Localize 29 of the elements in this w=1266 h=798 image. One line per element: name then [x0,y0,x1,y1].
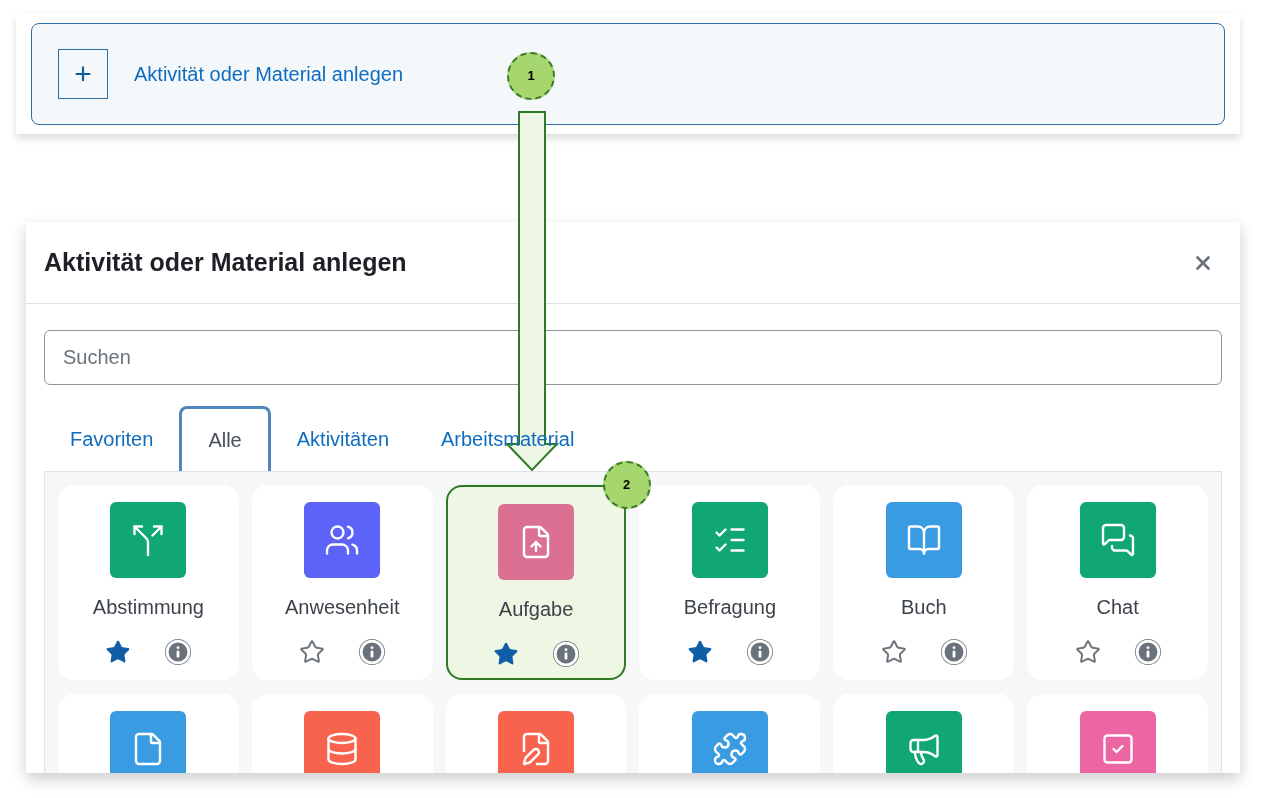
info-icon[interactable] [553,641,580,667]
tab[interactable]: Favoriten [44,406,180,471]
info-icon[interactable] [746,639,773,665]
star-icon[interactable] [105,639,132,665]
search-field[interactable]: Suchen [44,330,1222,385]
activity-card[interactable]: Befragung [639,485,821,680]
star-icon[interactable] [686,639,713,665]
star-icon[interactable] [1074,639,1101,665]
activity-card[interactable]: Abstimmung [58,485,239,680]
activity-name: Anwesenheit [284,595,400,620]
dialog-title: Aktivität oder Material anlegen [44,246,407,278]
activity-name: Buch [900,595,947,620]
activity-card[interactable]: Anwesenheit [251,485,433,680]
star-icon[interactable] [880,639,907,665]
add-button[interactable]: + [58,49,108,99]
add-activity-link[interactable]: Aktivität oder Material anlegen [134,59,404,89]
activity-name: Chat [1096,595,1139,620]
activity-name: Aufgabe [498,597,574,622]
tab[interactable]: Aktivitäten [270,406,415,471]
activity-name: Abstimmung [92,595,204,620]
activity-card[interactable]: Chat [1027,485,1208,680]
star-icon[interactable] [493,641,520,667]
activity-name: Befragung [683,595,777,620]
info-icon[interactable] [359,639,386,665]
info-icon[interactable] [165,639,192,665]
info-icon[interactable] [1134,639,1161,665]
info-icon[interactable] [940,639,967,665]
activity-card[interactable]: Buch [833,485,1015,680]
star-icon[interactable] [299,639,326,665]
